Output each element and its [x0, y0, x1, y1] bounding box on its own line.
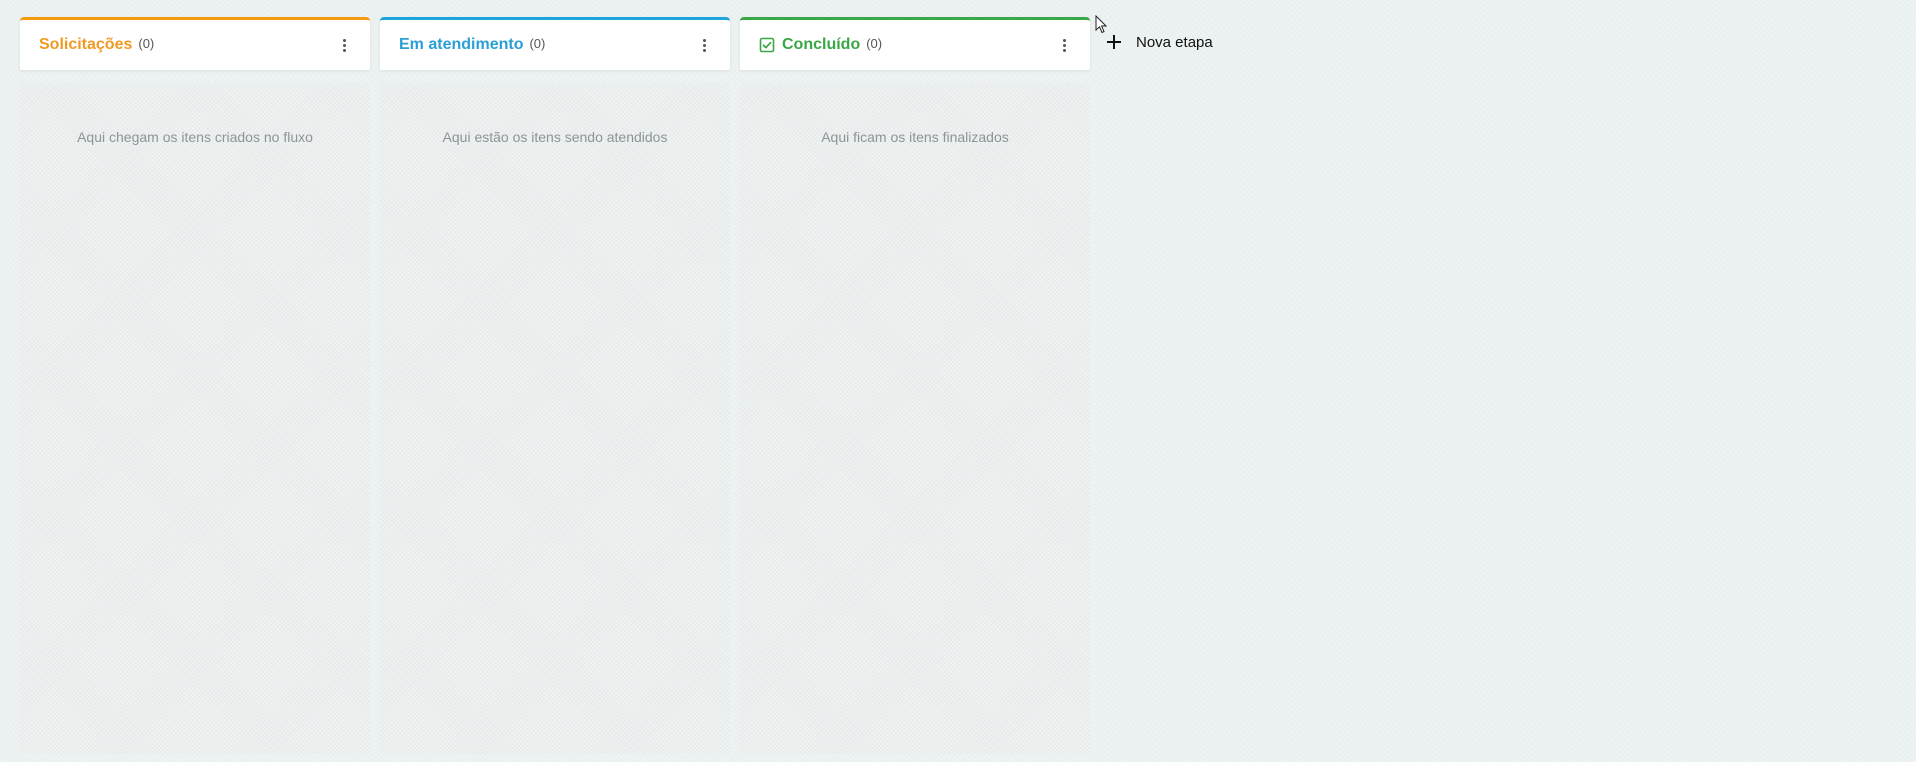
new-stage-button[interactable]: Nova etapa	[1106, 30, 1213, 54]
more-vertical-icon[interactable]	[1056, 35, 1072, 55]
column-header[interactable]: Em atendimento (0)	[380, 17, 730, 70]
check-square-icon	[759, 37, 775, 53]
column-header[interactable]: Solicitações (0)	[20, 17, 370, 70]
column-count: (0)	[138, 35, 155, 51]
empty-message: Aqui chegam os itens criados no fluxo	[77, 129, 313, 145]
column-title: Em atendimento	[399, 36, 524, 53]
empty-message: Aqui estão os itens sendo atendidos	[442, 129, 668, 145]
column-solicitacoes: Solicitações (0) Aqui chegam os itens cr…	[20, 17, 370, 754]
column-dropzone[interactable]: Aqui estão os itens sendo atendidos	[380, 83, 730, 754]
column-concluido: Concluído (0) Aqui ficam os itens finali…	[740, 17, 1090, 754]
column-header[interactable]: Concluído (0)	[740, 17, 1090, 70]
column-count: (0)	[866, 35, 883, 51]
more-vertical-icon[interactable]	[336, 35, 352, 55]
column-dropzone[interactable]: Aqui chegam os itens criados no fluxo	[20, 83, 370, 754]
empty-message: Aqui ficam os itens finalizados	[821, 129, 1009, 145]
column-em-atendimento: Em atendimento (0) Aqui estão os itens s…	[380, 17, 730, 754]
kanban-board: Solicitações (0) Aqui chegam os itens cr…	[0, 0, 1916, 762]
new-stage-label: Nova etapa	[1136, 33, 1213, 51]
plus-icon	[1106, 34, 1122, 50]
column-dropzone[interactable]: Aqui ficam os itens finalizados	[740, 83, 1090, 754]
column-title: Concluído	[782, 36, 861, 53]
column-title: Solicitações	[39, 36, 133, 53]
more-vertical-icon[interactable]	[696, 35, 712, 55]
column-count: (0)	[529, 35, 546, 51]
